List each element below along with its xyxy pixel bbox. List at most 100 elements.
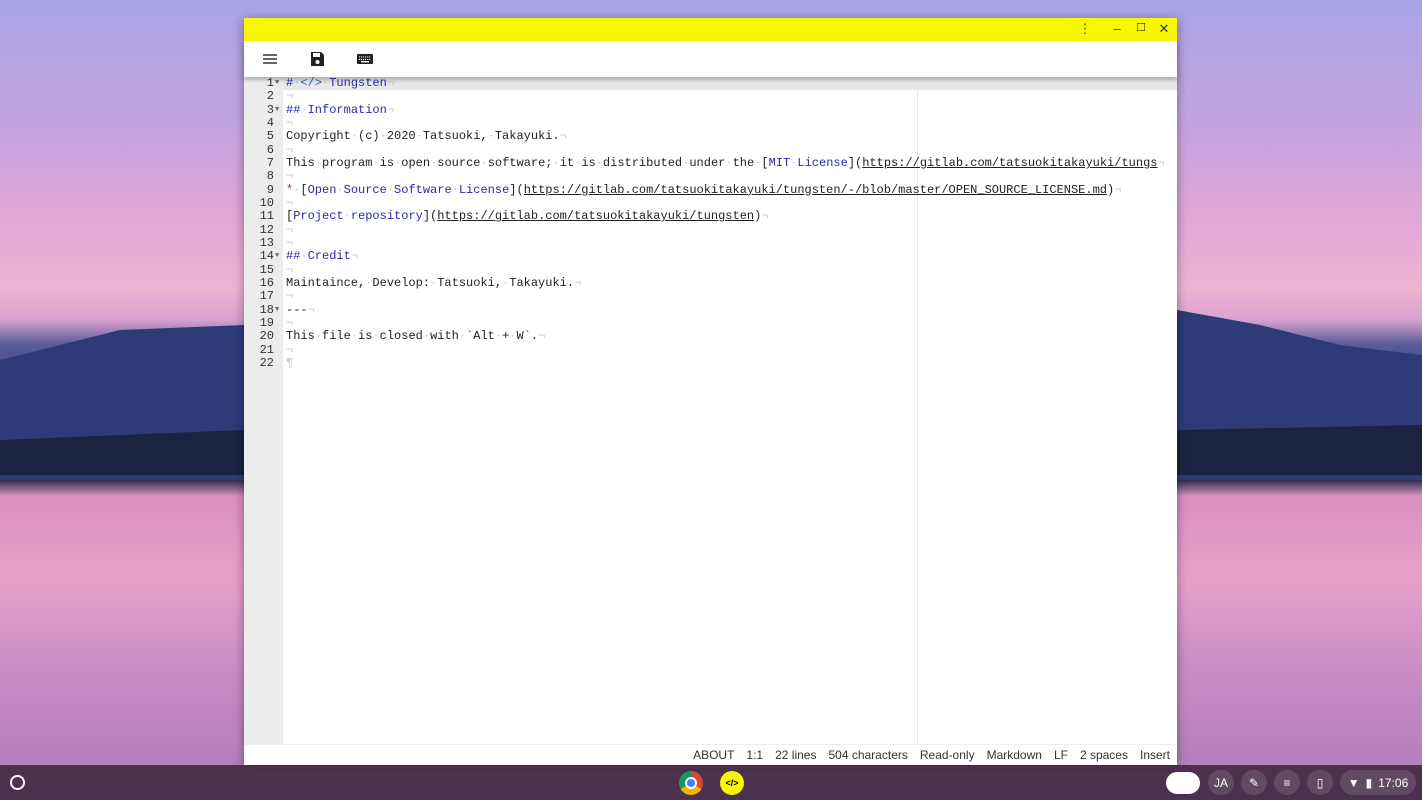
title-bar[interactable]: ⋮ – ☐ ✕ xyxy=(244,18,1177,41)
token-url: https://gitlab.com/tatsuokitakayuki/tung… xyxy=(862,155,1158,170)
line-number: 4 xyxy=(266,115,274,130)
token-plain: ·[ xyxy=(293,182,308,197)
menu-icon[interactable] xyxy=(261,50,281,68)
line-number: 1 xyxy=(266,77,274,90)
line-number: 19 xyxy=(259,315,274,330)
code-line[interactable]: ¬ xyxy=(286,143,293,157)
token-head: ##·Information xyxy=(286,102,387,117)
insert-mode[interactable]: Insert xyxy=(1140,748,1170,762)
maximize-icon[interactable]: ☐ xyxy=(1132,21,1150,34)
print-margin xyxy=(917,77,918,744)
fold-toggle-icon[interactable]: ▼ xyxy=(275,104,279,117)
launcher-icon[interactable] xyxy=(10,775,25,790)
line-number: 17 xyxy=(259,289,274,304)
line-number: 3 xyxy=(266,102,274,117)
code-line[interactable]: ¬ xyxy=(286,116,293,130)
token-plain: This·program·is·open·source·software;·it… xyxy=(286,155,769,170)
code-line[interactable]: ¬ xyxy=(286,90,293,103)
code-line[interactable]: ¬ xyxy=(286,170,293,183)
fold-toggle-icon[interactable]: ▼ xyxy=(275,77,279,90)
code-line[interactable]: ¶ xyxy=(286,356,293,370)
chrome-icon[interactable] xyxy=(679,771,703,795)
code-line[interactable]: #·</>·Tungsten¬ xyxy=(286,77,394,90)
code-line[interactable]: ¬ xyxy=(286,263,293,277)
code-line[interactable]: ¬ xyxy=(286,236,293,250)
cursor-position[interactable]: 1:1 xyxy=(746,748,763,762)
about-button[interactable]: ABOUT xyxy=(693,748,734,762)
stylus-tray-icon[interactable] xyxy=(1166,772,1200,794)
token-plain: ]( xyxy=(847,155,863,170)
pen-icon[interactable]: ✎ xyxy=(1241,770,1267,795)
code-line[interactable]: ¬ xyxy=(286,343,293,357)
token-plain: ]( xyxy=(509,182,524,197)
wifi-icon: ▼ xyxy=(1347,775,1360,790)
code-line[interactable]: This·file·is·closed·with·`Alt·+·W`.¬ xyxy=(286,330,545,343)
close-icon[interactable]: ✕ xyxy=(1155,21,1173,37)
clock: 17:06 xyxy=(1378,775,1409,790)
line-number: 18 xyxy=(259,302,274,317)
shelf: </> JA ✎ ≡ ▯ ▼ ▮ 17:06 xyxy=(0,765,1422,800)
code-area[interactable]: #·</>·Tungsten¬ ¬ ##·Information¬ ¬ Copyrigh… xyxy=(283,77,1177,744)
token-url: https://gitlab.com/tatsuokitakayuki/tung… xyxy=(523,182,1107,197)
code-line[interactable]: ¬ xyxy=(286,290,293,303)
line-number: 20 xyxy=(259,329,274,344)
code-line[interactable]: ¬ xyxy=(286,316,293,330)
code-line[interactable]: [Project·repository](https://gitlab.com/… xyxy=(286,210,769,223)
line-number: 22 xyxy=(259,355,274,370)
read-only-status[interactable]: Read-only xyxy=(920,748,975,762)
line-number: 11 xyxy=(259,209,274,224)
line-number: 13 xyxy=(259,235,274,250)
line-number: 2 xyxy=(266,89,274,104)
code-line[interactable]: ¬ xyxy=(286,223,293,237)
code-line[interactable]: This·program·is·open·source·software;·it… xyxy=(286,155,1165,170)
line-number: 16 xyxy=(259,275,274,290)
tungsten-app-icon[interactable]: </> xyxy=(720,771,744,795)
code-line[interactable]: ##·Information¬ xyxy=(286,102,394,117)
token-plain: This·file·is·closed·with·`Alt·+·W`. xyxy=(286,329,539,344)
line-ending[interactable]: LF xyxy=(1054,748,1068,762)
save-icon[interactable] xyxy=(308,50,328,68)
token-link: Open·Source·Software·License xyxy=(307,182,510,197)
token-icon: </> xyxy=(300,77,323,90)
code-line[interactable]: Copyright·(c)·2020·Tatsuoki,·Takayuki.¬ xyxy=(286,130,567,143)
token-plain: ]( xyxy=(422,209,438,224)
code-line[interactable]: ¬ xyxy=(286,196,293,210)
minimize-icon[interactable]: – xyxy=(1108,21,1126,36)
editor-window: ⋮ – ☐ ✕ 1 ▼ 2 3 ▼ 4 5 6 7 8 9 10 11 12 13 14 ▼ 15 16 17 18 ▼ 1… xyxy=(244,18,1177,765)
line-number: 12 xyxy=(259,222,274,237)
fold-toggle-icon[interactable]: ▼ xyxy=(275,250,279,263)
line-number: 5 xyxy=(266,129,274,144)
line-count: 22 lines xyxy=(775,748,817,762)
ime-indicator[interactable]: JA xyxy=(1208,770,1234,795)
token-link: MIT·License xyxy=(768,155,848,170)
code-line[interactable]: ##·Credit¬ xyxy=(286,250,358,263)
line-number: 15 xyxy=(259,262,274,277)
fold-toggle-icon[interactable]: ▼ xyxy=(275,304,279,317)
token-head: #· xyxy=(286,77,301,90)
line-number-gutter: 1 ▼ 2 3 ▼ 4 5 6 7 8 9 10 11 12 13 14 ▼ 15 16 17 18 ▼ 19 20 21 22 xyxy=(244,77,283,744)
phone-hub-icon[interactable]: ▯ xyxy=(1307,770,1333,795)
media-controls-icon[interactable]: ≡ xyxy=(1274,770,1300,795)
token-plain: --- xyxy=(286,302,308,317)
code-editor[interactable]: 1 ▼ 2 3 ▼ 4 5 6 7 8 9 10 11 12 13 14 ▼ 15 16 17 18 ▼ 19 20 21 22 … xyxy=(244,77,1177,744)
token-url: https://gitlab.com/tatsuokitakayuki/tung… xyxy=(437,209,755,224)
code-line[interactable]: ---¬ xyxy=(286,302,315,317)
keyboard-icon[interactable] xyxy=(356,50,376,68)
code-line[interactable]: *·[Open·Source·Software·License](https:/… xyxy=(286,182,1121,197)
active-line-highlight xyxy=(283,77,1177,91)
status-bar: ABOUT 1:1 22 lines 504 characters Read-o… xyxy=(244,744,1177,765)
token-head: ##·Credit xyxy=(286,249,351,264)
code-line[interactable]: Maintaince,·Develop:·Tatsuoki,·Takayuki.… xyxy=(286,275,581,290)
language-mode[interactable]: Markdown xyxy=(987,748,1042,762)
indent-setting[interactable]: 2 spaces xyxy=(1080,748,1128,762)
line-number: 8 xyxy=(266,169,274,184)
token-plain: Maintaince,·Develop:·Tatsuoki,·Takayuki. xyxy=(286,275,575,290)
line-number: 14 xyxy=(259,249,274,264)
more-options-icon[interactable]: ⋮ xyxy=(1076,21,1094,37)
line-number: 9 xyxy=(266,182,274,197)
toolbar xyxy=(244,41,1177,77)
character-count: 504 characters xyxy=(828,748,908,762)
system-tray[interactable]: ▼ ▮ 17:06 xyxy=(1340,770,1416,795)
line-number: 21 xyxy=(259,342,274,357)
line-number: 10 xyxy=(259,195,274,210)
